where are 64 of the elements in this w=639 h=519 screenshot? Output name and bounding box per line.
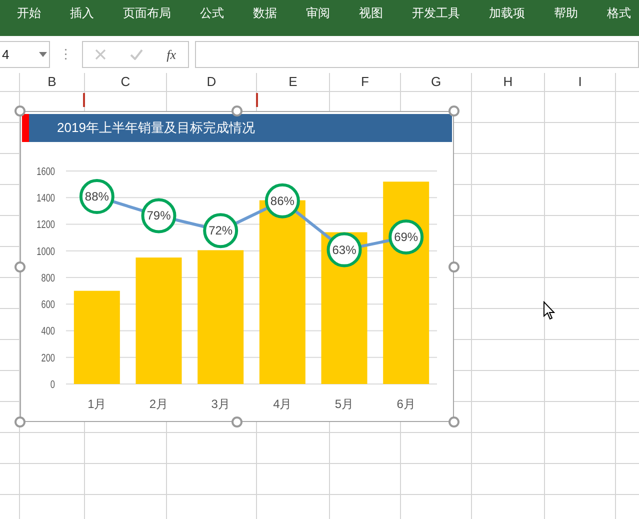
data-point-marker bbox=[141, 198, 176, 234]
y-axis-label: 800 bbox=[41, 272, 55, 285]
ribbon-tab[interactable]: 加载项 bbox=[488, 4, 526, 22]
resize-handle[interactable] bbox=[232, 106, 242, 116]
data-point-marker bbox=[79, 179, 114, 214]
data-label: 88% bbox=[84, 190, 109, 204]
column-header[interactable]: B bbox=[48, 72, 56, 92]
x-axis-label: 5月 bbox=[334, 397, 354, 411]
insert-function-button[interactable]: fx bbox=[166, 44, 176, 64]
grip-icon bbox=[64, 49, 67, 60]
ribbon-tab[interactable]: 公式 bbox=[199, 4, 225, 22]
ribbon-tab[interactable]: 格式 bbox=[606, 4, 632, 22]
resize-handle[interactable] bbox=[14, 416, 26, 428]
ribbon-tab[interactable]: 开始 bbox=[16, 4, 42, 22]
enter-check-icon[interactable] bbox=[130, 49, 143, 60]
ribbon-tab[interactable]: 审阅 bbox=[305, 4, 331, 22]
chart-title: 2019年上半年销量及目标完成情况 bbox=[57, 119, 255, 138]
y-axis-label: 1200 bbox=[36, 219, 55, 232]
ribbon-tab[interactable]: 数据 bbox=[252, 4, 278, 22]
chart-area[interactable]: 2019年上半年销量及目标完成情况 0 200 400 600 800 1000 1200 1400 1600 88% 79% 72% 86% 63% 69% 1月 2月 3月 4月 5月 6月 bbox=[20, 111, 454, 422]
y-axis-label: 1400 bbox=[36, 192, 55, 206]
resize-handle[interactable] bbox=[448, 416, 460, 428]
data-label: 79% bbox=[146, 208, 171, 223]
cancel-icon[interactable] bbox=[94, 49, 106, 60]
dropdown-arrow-icon bbox=[39, 52, 47, 57]
x-axis-label: 2月 bbox=[149, 397, 168, 411]
y-axis-label: 1600 bbox=[36, 166, 55, 178]
column-header[interactable]: D bbox=[206, 72, 216, 92]
column-header[interactable]: G bbox=[430, 72, 442, 92]
column-header[interactable]: F bbox=[361, 72, 369, 92]
y-axis-label: 600 bbox=[41, 299, 55, 312]
title-accent-bar bbox=[22, 114, 29, 142]
x-axis-label: 3月 bbox=[211, 397, 230, 411]
ribbon-tab[interactable]: 帮助 bbox=[553, 4, 579, 22]
data-point-marker bbox=[203, 213, 238, 248]
column-header[interactable]: H bbox=[503, 72, 513, 92]
ribbon-tab[interactable]: 开发工具 bbox=[411, 4, 461, 22]
resize-handle[interactable] bbox=[14, 106, 26, 116]
cell-marker bbox=[256, 93, 258, 107]
data-point-marker bbox=[264, 183, 300, 218]
data-label: 63% bbox=[332, 242, 356, 257]
ribbon-tab[interactable]: 页面布局 bbox=[122, 4, 172, 22]
y-axis-label: 1000 bbox=[36, 246, 55, 258]
data-label: 72% bbox=[208, 224, 233, 238]
resize-handle[interactable] bbox=[232, 416, 242, 428]
x-axis-label: 1月 bbox=[88, 397, 106, 411]
column-header[interactable]: C bbox=[120, 72, 130, 92]
ribbon-tab[interactable]: 视图 bbox=[358, 4, 384, 22]
x-axis-label: 6月 bbox=[396, 397, 416, 411]
cell-marker bbox=[83, 93, 85, 107]
column-header[interactable]: E bbox=[288, 72, 298, 92]
y-axis-label: 200 bbox=[41, 352, 55, 365]
formula-input-field[interactable] bbox=[195, 41, 639, 68]
data-label: 69% bbox=[394, 230, 418, 244]
resize-handle[interactable] bbox=[448, 106, 460, 116]
x-axis-label: 4月 bbox=[273, 397, 292, 411]
mouse-pointer-icon bbox=[543, 301, 556, 321]
y-axis-label: 400 bbox=[41, 326, 55, 338]
column-header[interactable]: I bbox=[578, 72, 582, 92]
data-label: 86% bbox=[270, 194, 294, 208]
ribbon-tab[interactable]: 插入 bbox=[69, 4, 95, 22]
resize-handle[interactable] bbox=[14, 261, 26, 272]
name-box[interactable]: 4 bbox=[0, 41, 50, 68]
y-axis-label: 0 bbox=[50, 378, 55, 392]
